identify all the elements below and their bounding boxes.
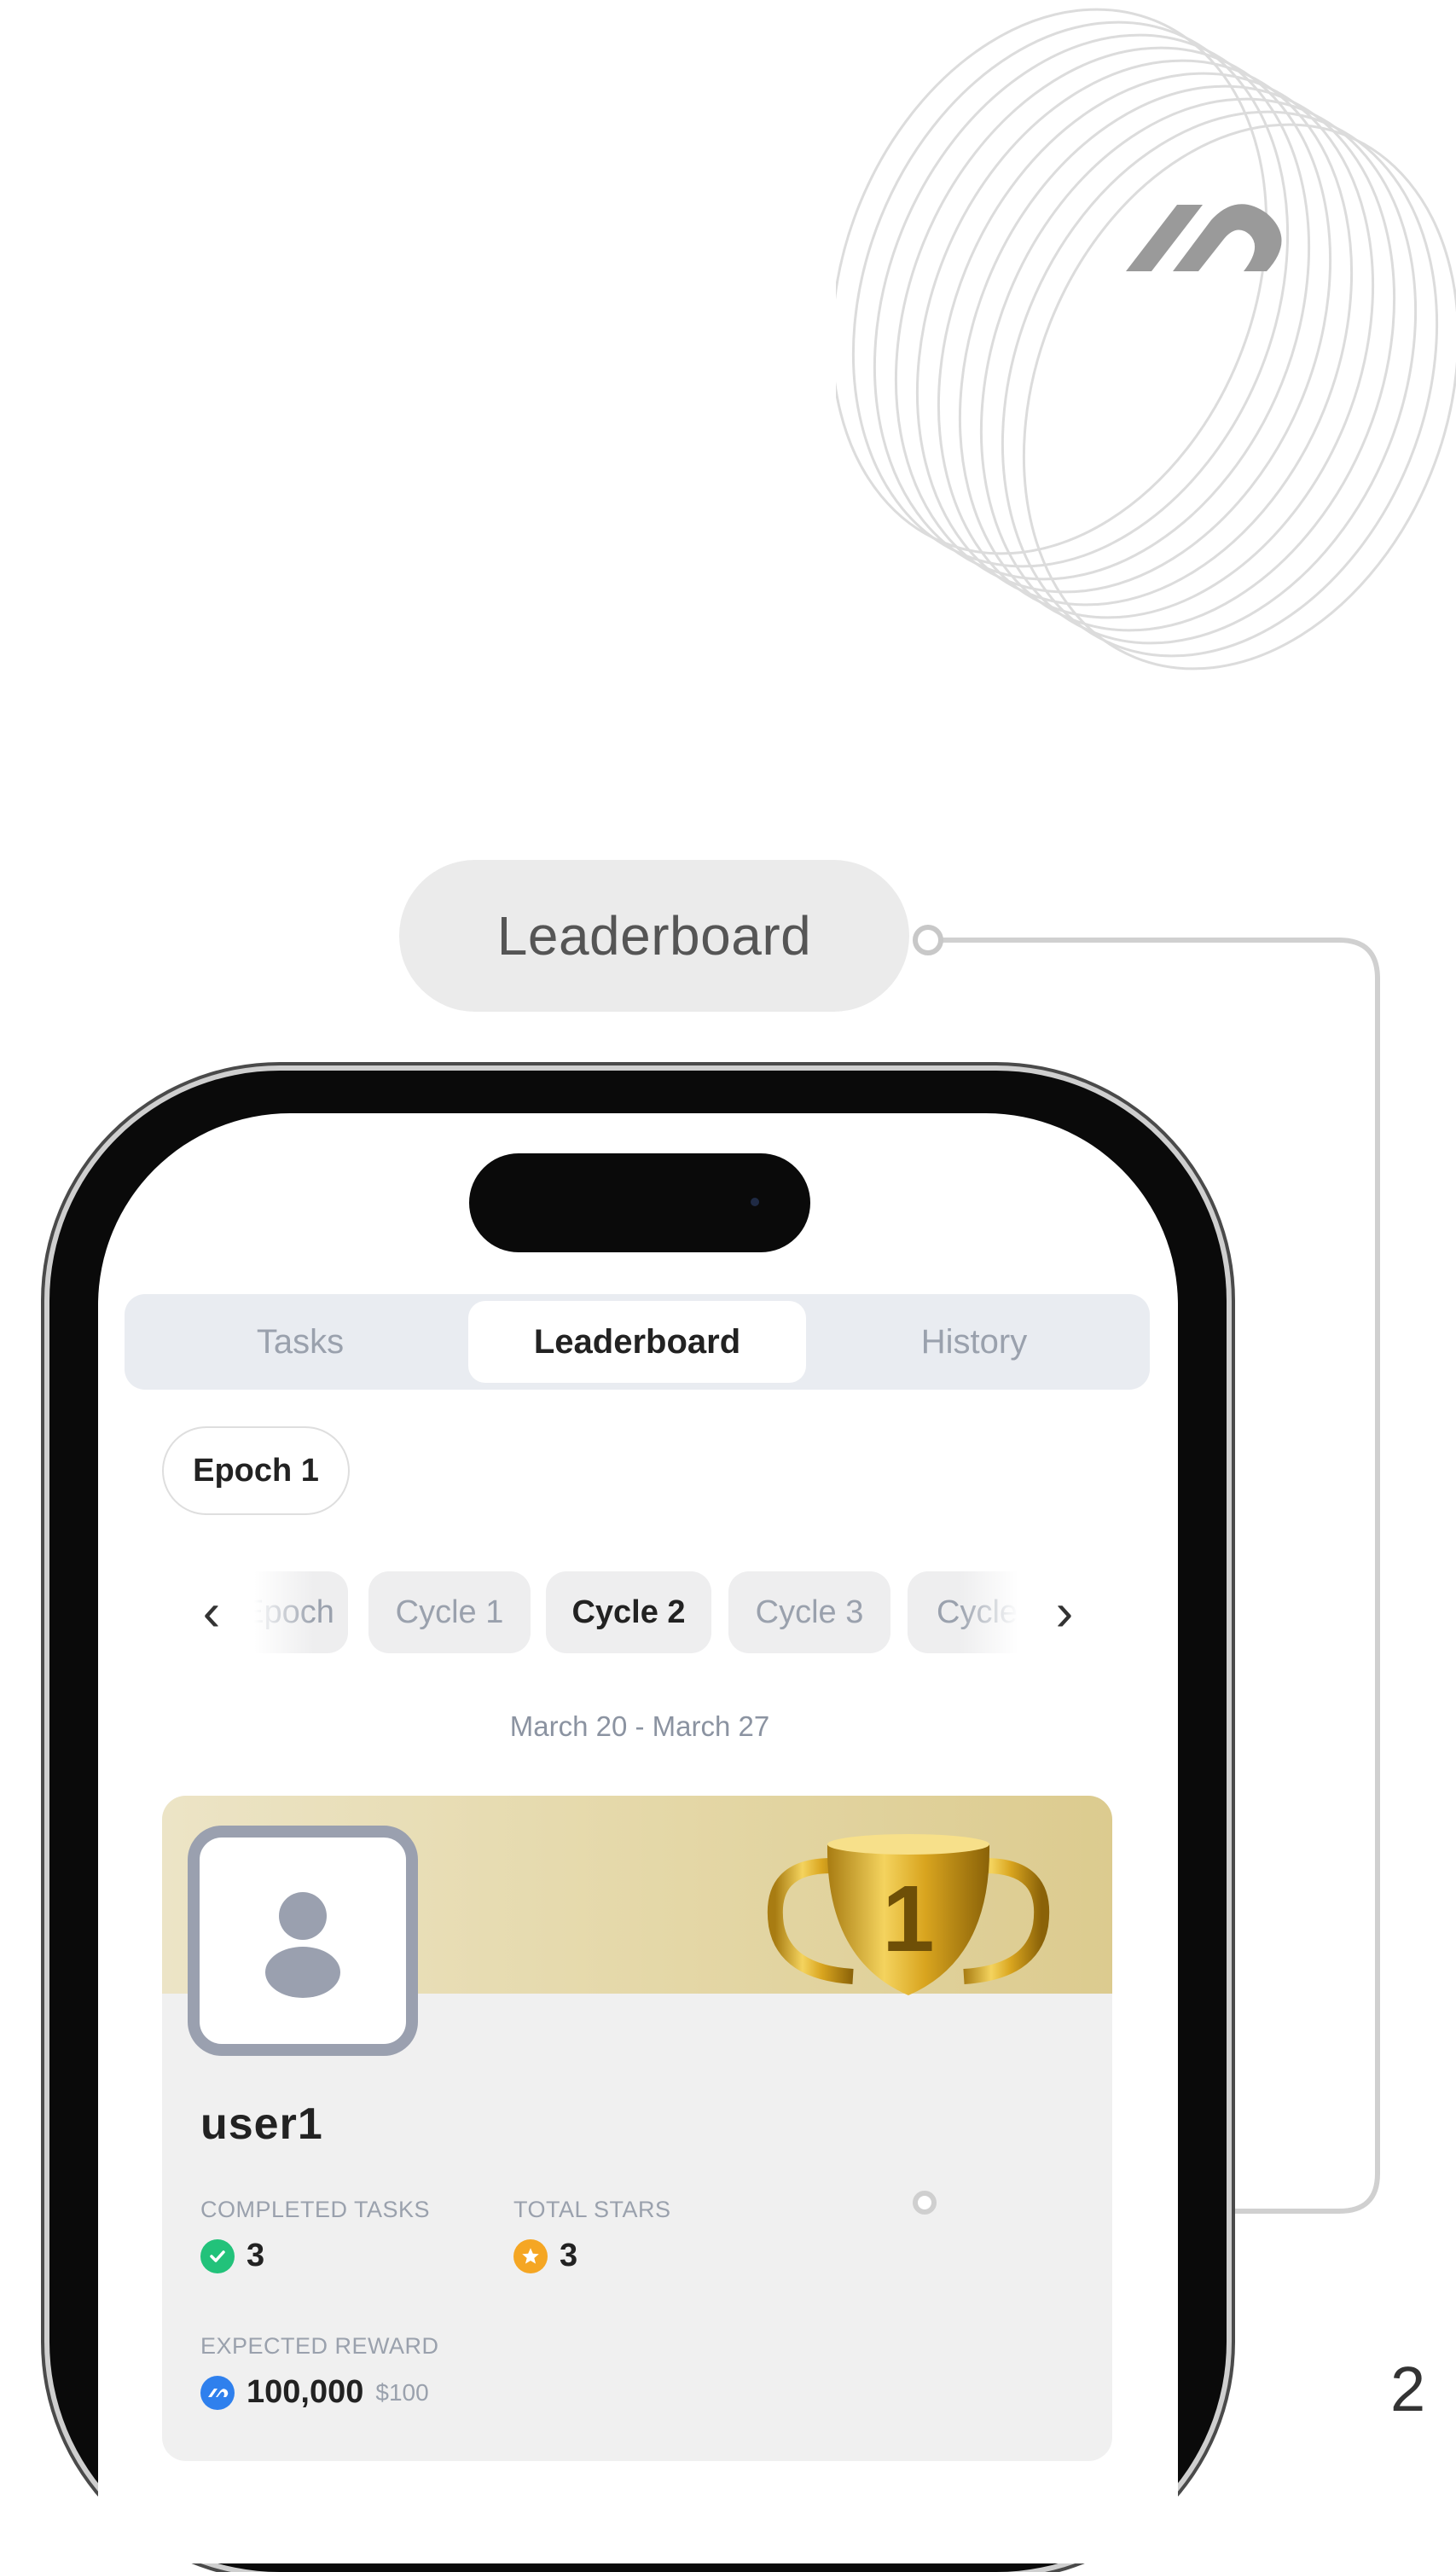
cycle-chip-label: Cycle 3 (755, 1594, 864, 1630)
cycle-chip-1[interactable]: Cycle 1 (368, 1571, 531, 1653)
carousel-fade-right (959, 1571, 1018, 1655)
leaderboard-user-card[interactable]: 1 user1 COMPLETED TASKS 3 TOTAL STARS 3 … (162, 1796, 1112, 2461)
username: user1 (200, 2099, 323, 2149)
cycle-date-range: March 20 - March 27 (509, 1710, 770, 1742)
completed-tasks-label: COMPLETED TASKS (200, 2197, 431, 2222)
total-stars-stat: 3 (513, 2238, 577, 2274)
callout-label-text: Leaderboard (496, 905, 812, 967)
callout-label: Leaderboard (399, 860, 909, 1012)
cycle-chip-label: Cycle 2 (571, 1594, 686, 1630)
cycle-chip-label: Cycle 1 (395, 1594, 504, 1630)
trophy-icon: 1 (767, 1834, 1050, 1995)
cycle-chip-3[interactable]: Cycle 3 (728, 1571, 890, 1653)
segmented-tab-bar: Tasks Leaderboard History (125, 1294, 1150, 1390)
completed-tasks-value: 3 (247, 2238, 265, 2273)
epoch-selector-label: Epoch 1 (193, 1452, 319, 1489)
expected-reward-value: 100,000 (247, 2374, 364, 2410)
total-stars-value: 3 (560, 2238, 578, 2273)
expected-reward-usd: $100 (375, 2378, 429, 2406)
tab-leaderboard-label: Leaderboard (533, 1322, 741, 1361)
tab-leaderboard[interactable]: Leaderboard (468, 1301, 806, 1383)
connector-endpoint (913, 2191, 937, 2215)
trophy-rank: 1 (882, 1867, 934, 1971)
expected-reward-stat: 100,000 $100 (200, 2374, 429, 2411)
page-number: 2 (1390, 2354, 1426, 2424)
camera-dot (751, 1198, 759, 1206)
cycle-chip-2[interactable]: Cycle 2 (546, 1571, 711, 1653)
cycle-carousel: Epoch Cycle 1 Cycle 2 Cycle 3 Cycle (254, 1571, 1018, 1655)
user-avatar-icon (265, 1892, 340, 1998)
avatar (188, 1826, 418, 2056)
tab-history[interactable]: History (805, 1301, 1143, 1383)
total-stars-label: TOTAL STARS (513, 2197, 671, 2222)
completed-tasks-stat: 3 (200, 2238, 264, 2274)
token-icon (200, 2375, 235, 2410)
chevron-right-icon[interactable]: › (1039, 1571, 1090, 1653)
expected-reward-label: EXPECTED REWARD (200, 2333, 439, 2359)
tab-tasks[interactable]: Tasks (131, 1301, 469, 1383)
chevron-left-icon[interactable]: ‹ (186, 1571, 237, 1653)
tab-history-label: History (920, 1322, 1028, 1361)
phone-volume-down (41, 1783, 48, 1962)
brand-logo-icon (1126, 204, 1282, 271)
phone-power-button (1228, 1843, 1235, 2124)
epoch-selector[interactable]: Epoch 1 (162, 1426, 350, 1515)
dynamic-island (469, 1153, 810, 1252)
phone-volume-up (41, 1578, 48, 1689)
carousel-fade-left (254, 1571, 314, 1655)
check-icon (200, 2238, 235, 2273)
star-icon (513, 2238, 548, 2273)
decorative-swirl (836, 8, 1456, 671)
tab-tasks-label: Tasks (256, 1322, 345, 1361)
phone-side-button (41, 2013, 48, 2192)
